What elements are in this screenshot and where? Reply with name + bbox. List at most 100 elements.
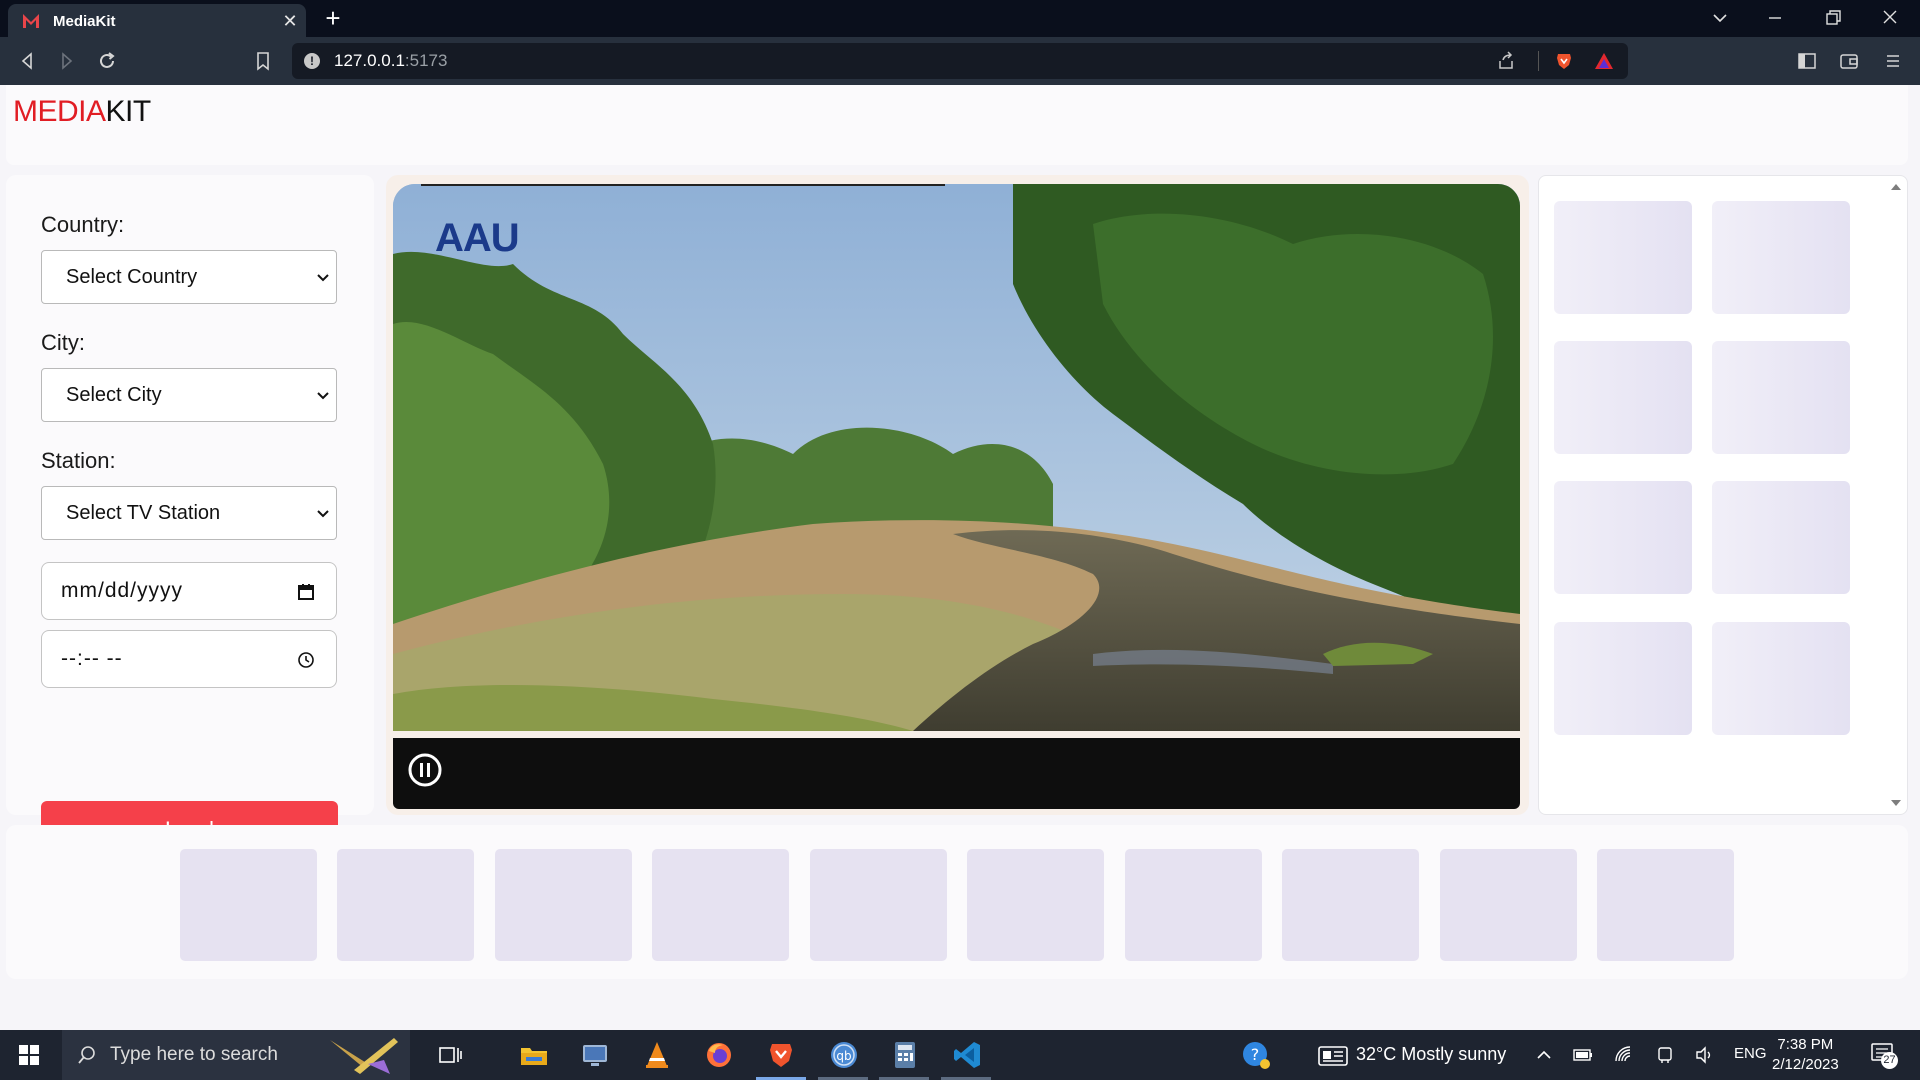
channel-thumbnails-panel: [1538, 175, 1908, 815]
video-load-progress: [421, 184, 945, 186]
brave-shields-icon[interactable]: [1554, 51, 1574, 71]
clock-time: 7:38 PM: [1777, 1036, 1834, 1053]
battery-icon[interactable]: [1573, 1046, 1593, 1064]
chevron-down-icon: [317, 274, 329, 282]
show-hidden-icons-chevron-icon[interactable]: [1536, 1048, 1552, 1062]
channel-thumbnail[interactable]: [1554, 481, 1692, 594]
sidebar-toggle-icon[interactable]: [1796, 50, 1818, 72]
mediakit-logo[interactable]: MEDIAKIT: [13, 95, 151, 129]
clip-thumbnail[interactable]: [967, 849, 1104, 961]
calculator-icon[interactable]: [889, 1039, 921, 1071]
device-icon[interactable]: [1655, 1045, 1675, 1065]
svg-text:?: ?: [1251, 1045, 1260, 1064]
search-placeholder: Type here to search: [110, 1044, 278, 1065]
windows-start-icon[interactable]: [18, 1044, 40, 1066]
clip-thumbnail[interactable]: [180, 849, 317, 961]
chevron-down-icon: [317, 510, 329, 518]
city-label: City:: [41, 330, 85, 355]
river-landscape-image: [393, 184, 1520, 731]
back-icon[interactable]: [16, 50, 38, 72]
city-select-value: Select City: [66, 384, 162, 406]
browser-toolbar: ! 127.0.0.1:5173: [0, 37, 1920, 85]
channel-thumbnail[interactable]: [1554, 622, 1692, 735]
calendar-icon[interactable]: [296, 582, 316, 602]
filter-sidebar: Country: Select Country City: Select Cit…: [6, 175, 374, 857]
clip-thumbnail[interactable]: [652, 849, 789, 961]
logo-kit: KIT: [105, 95, 152, 128]
scroll-up-arrow-icon[interactable]: [1891, 184, 1901, 190]
country-label: Country:: [41, 212, 125, 237]
clip-thumbnail[interactable]: [1597, 849, 1734, 961]
country-select[interactable]: Select Country: [41, 250, 337, 304]
reload-icon[interactable]: [96, 50, 118, 72]
station-label: Station:: [41, 448, 116, 473]
file-explorer-icon[interactable]: [518, 1039, 550, 1071]
url-port: :5173: [404, 51, 448, 70]
remote-desktop-icon[interactable]: [579, 1039, 611, 1071]
channel-thumbnail[interactable]: [1554, 201, 1692, 314]
help-icon[interactable]: ?: [1240, 1039, 1272, 1071]
channel-thumbnail[interactable]: [1712, 481, 1850, 594]
channel-thumbnail[interactable]: [1712, 622, 1850, 735]
minimize-icon[interactable]: [1755, 6, 1795, 30]
notification-center[interactable]: 27: [1870, 1041, 1898, 1069]
clock-icon[interactable]: [296, 650, 316, 670]
time-input[interactable]: --:-- --: [41, 630, 337, 688]
task-view-icon[interactable]: [434, 1039, 466, 1071]
address-bar[interactable]: ! 127.0.0.1:5173: [292, 43, 1628, 79]
tab-search-chevron-icon[interactable]: [1700, 6, 1740, 30]
close-window-icon[interactable]: [1870, 6, 1910, 30]
station-select[interactable]: Select TV Station: [41, 486, 337, 540]
site-info-icon[interactable]: !: [304, 53, 320, 69]
clip-thumbnail[interactable]: [337, 849, 474, 961]
brave-taskbar-icon[interactable]: [765, 1039, 797, 1071]
vlc-icon[interactable]: [641, 1039, 673, 1071]
share-icon[interactable]: [1496, 51, 1516, 71]
language-indicator[interactable]: ENG: [1734, 1045, 1767, 1062]
windows-taskbar: Type here to search qb ? 32°C Mostly sun…: [0, 1030, 1920, 1080]
channel-logo-text: AAU: [435, 216, 520, 260]
taskbar-search-box[interactable]: Type here to search: [62, 1030, 410, 1080]
pause-icon[interactable]: [407, 752, 443, 788]
firefox-icon[interactable]: [703, 1039, 735, 1071]
forward-icon[interactable]: [56, 50, 78, 72]
browser-tab-mediakit[interactable]: MediaKit ✕: [8, 4, 306, 37]
logo-media: MEDIA: [13, 95, 106, 128]
taskbar-clock[interactable]: 7:38 PM 2/12/2023: [1772, 1035, 1839, 1075]
channel-watermark: AAU: [435, 216, 520, 261]
channel-thumbnail[interactable]: [1712, 341, 1850, 454]
clip-thumbnail[interactable]: [1282, 849, 1419, 961]
new-tab-button[interactable]: +: [320, 5, 346, 31]
url-divider: [1538, 51, 1539, 71]
notification-count-badge: 27: [1881, 1052, 1898, 1069]
news-widget-icon[interactable]: [1318, 1045, 1348, 1067]
channel-thumbnail[interactable]: [1554, 341, 1692, 454]
video-controls-bar: [393, 738, 1520, 809]
volume-icon[interactable]: [1694, 1045, 1714, 1065]
bottom-clips-strip: [6, 825, 1908, 979]
mediakit-favicon-icon: [23, 14, 39, 28]
url-text[interactable]: 127.0.0.1:5173: [334, 51, 447, 71]
date-input-placeholder: mm/dd/yyyy: [61, 579, 184, 602]
clip-thumbnail[interactable]: [1125, 849, 1262, 961]
video-player-container: AAU: [386, 175, 1529, 815]
browser-tab-strip: MediaKit ✕ +: [0, 0, 1920, 37]
menu-icon[interactable]: [1882, 50, 1904, 72]
city-select[interactable]: Select City: [41, 368, 337, 422]
clip-thumbnail[interactable]: [810, 849, 947, 961]
restore-icon[interactable]: [1813, 6, 1853, 30]
video-frame[interactable]: AAU: [393, 184, 1520, 731]
vscode-icon[interactable]: [951, 1039, 983, 1071]
clip-thumbnail[interactable]: [1440, 849, 1577, 961]
wifi-icon[interactable]: [1614, 1045, 1634, 1065]
date-input[interactable]: mm/dd/yyyy: [41, 562, 337, 620]
channel-thumbnail[interactable]: [1712, 201, 1850, 314]
brave-rewards-icon[interactable]: [1594, 51, 1614, 71]
close-tab-icon[interactable]: ✕: [280, 11, 300, 31]
clip-thumbnail[interactable]: [495, 849, 632, 961]
qbittorrent-icon[interactable]: qb: [828, 1039, 860, 1071]
weather-text[interactable]: 32°C Mostly sunny: [1356, 1044, 1506, 1065]
scroll-down-arrow-icon[interactable]: [1891, 800, 1901, 806]
wallet-icon[interactable]: [1838, 50, 1860, 72]
bookmark-icon[interactable]: [252, 50, 274, 72]
